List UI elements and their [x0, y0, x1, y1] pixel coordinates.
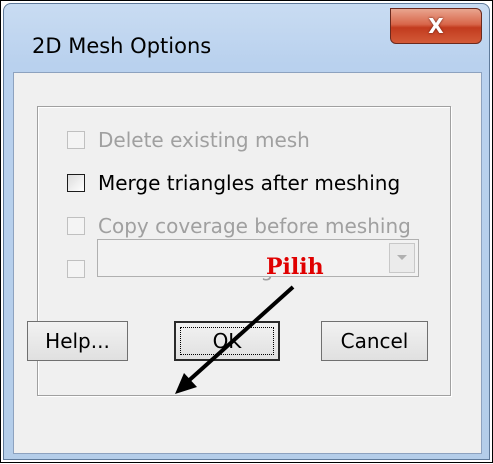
- window-title: 2D Mesh Options: [32, 34, 212, 58]
- cancel-button-label: Cancel: [340, 329, 409, 353]
- title-bar[interactable]: 2D Mesh Options X: [4, 4, 489, 76]
- cancel-button[interactable]: Cancel: [321, 321, 428, 361]
- close-icon: X: [428, 14, 444, 38]
- copy-coverage-label: Copy coverage before meshing: [98, 214, 411, 238]
- delete-existing-mesh-label: Delete existing mesh: [98, 128, 310, 152]
- merge-triangles-checkbox[interactable]: [67, 174, 85, 192]
- dialog-window: 2D Mesh Options X Delete existing mesh M…: [3, 3, 490, 460]
- dropdown-button: [389, 243, 415, 273]
- screenshot-frame: 2D Mesh Options X Delete existing mesh M…: [0, 0, 493, 463]
- coverage-dropdown: [97, 239, 419, 277]
- help-button-label: Help...: [45, 329, 110, 353]
- annotation-label: Pilih: [266, 254, 324, 280]
- option-copy-coverage: Copy coverage before meshing: [67, 214, 411, 238]
- focus-rectangle: [180, 327, 274, 355]
- close-button[interactable]: X: [390, 8, 482, 44]
- copy-coverage-checkbox: [67, 217, 85, 235]
- ok-button[interactable]: OK: [174, 321, 280, 361]
- merge-triangles-label[interactable]: Merge triangles after meshing: [98, 171, 400, 195]
- option-merge-triangles[interactable]: Merge triangles after meshing: [67, 171, 400, 195]
- help-button[interactable]: Help...: [27, 321, 128, 361]
- option-delete-existing-mesh: Delete existing mesh: [67, 128, 310, 152]
- delete-existing-mesh-checkbox: [67, 131, 85, 149]
- use-area-coverage-checkbox: [67, 260, 85, 278]
- chevron-down-icon: [397, 255, 407, 260]
